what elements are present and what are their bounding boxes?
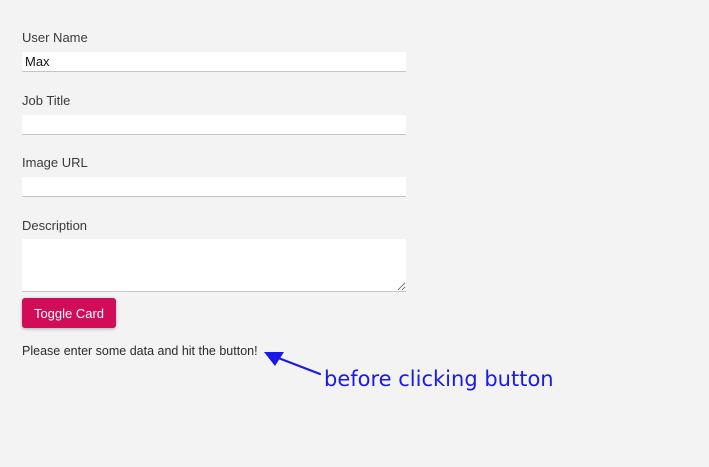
job-title-input[interactable] <box>22 115 406 135</box>
annotation-text: before clicking button <box>324 367 554 391</box>
description-textarea[interactable] <box>22 239 406 292</box>
description-label: Description <box>22 218 88 233</box>
arrow-left-icon <box>264 352 322 376</box>
image-url-label: Image URL <box>22 155 88 170</box>
status-message: Please enter some data and hit the butto… <box>22 344 258 358</box>
job-title-label: Job Title <box>22 93 71 108</box>
user-name-input[interactable] <box>22 52 406 72</box>
toggle-card-button[interactable]: Toggle Card <box>22 298 116 328</box>
image-url-input[interactable] <box>22 177 406 197</box>
user-name-label: User Name <box>22 30 88 45</box>
